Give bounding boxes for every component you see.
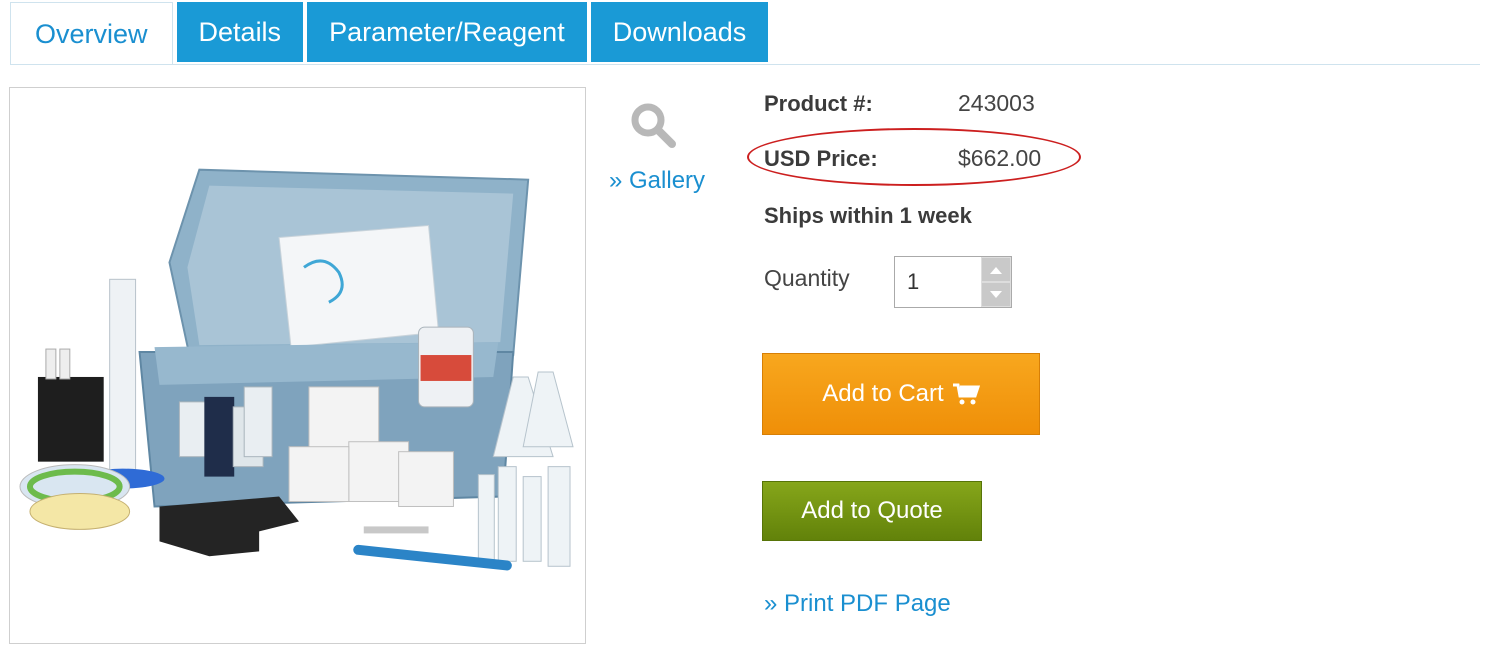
product-number-value: 243003 bbox=[958, 90, 1035, 116]
chevron-down-icon bbox=[990, 290, 1002, 298]
product-image[interactable] bbox=[9, 87, 586, 644]
tab-details[interactable]: Details bbox=[176, 2, 304, 62]
add-to-cart-label: Add to Cart bbox=[822, 380, 944, 407]
shipping-info: Ships within 1 week bbox=[764, 203, 972, 228]
cart-icon bbox=[952, 383, 980, 405]
product-number-label: Product #: bbox=[764, 91, 873, 116]
tab-parameter-reagent[interactable]: Parameter/Reagent bbox=[307, 2, 587, 62]
tab-downloads[interactable]: Downloads bbox=[590, 2, 769, 62]
stepper-controls bbox=[981, 257, 1011, 307]
test-kit-illustration bbox=[10, 88, 585, 643]
add-to-quote-button[interactable]: Add to Quote bbox=[762, 481, 982, 541]
add-to-quote-label: Add to Quote bbox=[801, 497, 943, 524]
add-to-cart-button[interactable]: Add to Cart bbox=[762, 353, 1040, 435]
decrement-button[interactable] bbox=[982, 283, 1010, 306]
quantity-stepper bbox=[894, 256, 1012, 308]
tab-overview[interactable]: Overview bbox=[10, 2, 173, 65]
quantity-input[interactable] bbox=[895, 257, 981, 307]
price-value: $662.00 bbox=[958, 145, 1042, 171]
tab-bar: Overview Details Parameter/Reagent Downl… bbox=[10, 2, 772, 65]
increment-button[interactable] bbox=[982, 258, 1010, 281]
price-label: USD Price: bbox=[764, 146, 878, 171]
chevron-up-icon bbox=[990, 266, 1002, 274]
print-pdf-link[interactable]: » Print PDF Page bbox=[764, 590, 951, 618]
search-icon[interactable] bbox=[628, 100, 678, 150]
quantity-label: Quantity bbox=[764, 265, 850, 291]
tab-divider bbox=[10, 64, 1480, 65]
gallery-link[interactable]: » Gallery bbox=[609, 167, 705, 195]
